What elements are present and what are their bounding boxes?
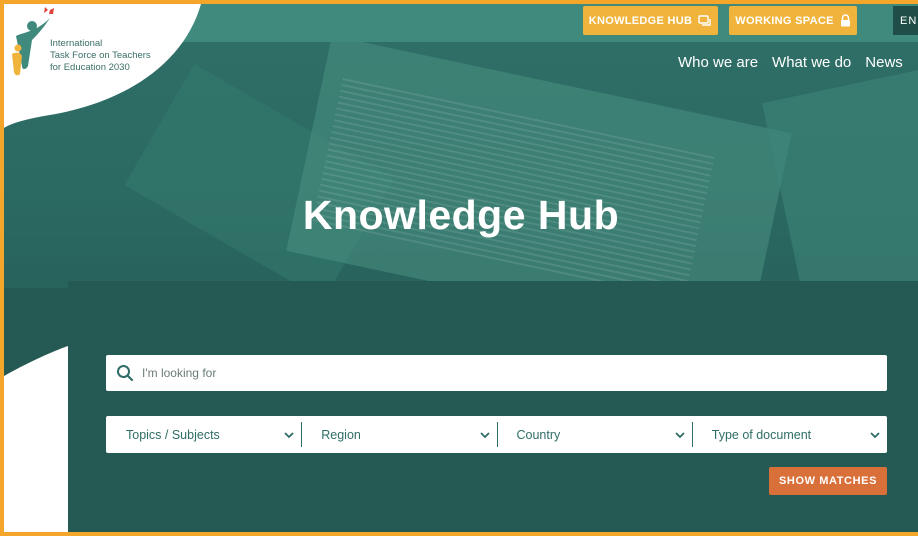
search-bar[interactable] <box>106 355 887 391</box>
filter-region[interactable]: Region <box>301 416 496 453</box>
logo-figure-icon <box>12 7 54 76</box>
logo-line-2: Task Force on Teachers <box>50 50 151 61</box>
filter-label: Region <box>321 427 361 442</box>
show-matches-button[interactable]: SHOW MATCHES <box>769 467 887 495</box>
search-input[interactable] <box>142 366 887 380</box>
filter-label: Type of document <box>711 427 812 442</box>
filter-topics-subjects[interactable]: Topics / Subjects <box>106 416 301 453</box>
logo[interactable]: International Task Force on Teachers for… <box>4 4 204 154</box>
chevron-down-icon <box>479 431 490 438</box>
chevron-down-icon <box>675 431 685 438</box>
filter-label: Topics / Subjects <box>126 427 220 442</box>
filter-country[interactable]: Country <box>496 416 692 453</box>
filter-bar: Topics / Subjects Region Country Type of… <box>106 416 887 453</box>
filter-label: Country <box>516 427 561 442</box>
logo-line-1: International <box>50 38 103 49</box>
chevron-down-icon <box>284 431 294 438</box>
page-frame: Knowledge Hub KNOWLEDGE HUB WORKING SPAC… <box>4 4 918 532</box>
logo-line-3: for Education 2030 <box>50 62 130 73</box>
filter-type-of-document[interactable]: Type of document <box>691 416 887 453</box>
search-icon <box>117 365 134 382</box>
logo-text: International Task Force on Teachers for… <box>50 38 151 74</box>
chevron-down-icon <box>870 431 880 438</box>
